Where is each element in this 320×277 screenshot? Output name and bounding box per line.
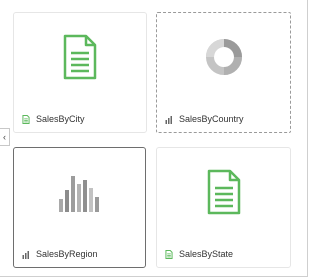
document-icon bbox=[63, 34, 97, 80]
tile-caption: SalesByRegion bbox=[22, 249, 98, 259]
tile-caption: SalesByCity bbox=[22, 114, 85, 124]
bar-chart-small-icon bbox=[22, 250, 29, 259]
collapse-panel-button[interactable]: ‹ bbox=[0, 128, 10, 146]
document-small-icon bbox=[165, 249, 173, 259]
bar-chart-icon bbox=[58, 176, 99, 212]
chevron-left-icon: ‹ bbox=[3, 132, 6, 142]
donut-chart-icon bbox=[205, 39, 242, 75]
document-icon bbox=[207, 169, 240, 215]
dashboard-items-panel: SalesByCity SalesByCountry SalesByRegion… bbox=[0, 0, 308, 277]
tile-sales-by-city[interactable]: SalesByCity bbox=[13, 12, 147, 133]
tile-thumbnail bbox=[157, 148, 290, 236]
tile-thumbnail bbox=[14, 148, 145, 236]
tile-label: SalesByState bbox=[179, 249, 234, 259]
tile-caption: SalesByCountry bbox=[165, 114, 244, 124]
tile-sales-by-country[interactable]: SalesByCountry bbox=[156, 12, 291, 133]
tile-sales-by-state[interactable]: SalesByState bbox=[156, 147, 291, 268]
bar-chart-small-icon bbox=[165, 115, 172, 124]
tile-label: SalesByCountry bbox=[179, 114, 244, 124]
tile-label: SalesByCity bbox=[36, 114, 85, 124]
document-small-icon bbox=[22, 114, 30, 124]
tile-thumbnail bbox=[14, 13, 146, 101]
tile-label: SalesByRegion bbox=[36, 249, 98, 259]
tile-sales-by-region[interactable]: SalesByRegion bbox=[13, 147, 146, 268]
tile-thumbnail bbox=[157, 13, 290, 101]
tile-caption: SalesByState bbox=[165, 249, 233, 259]
